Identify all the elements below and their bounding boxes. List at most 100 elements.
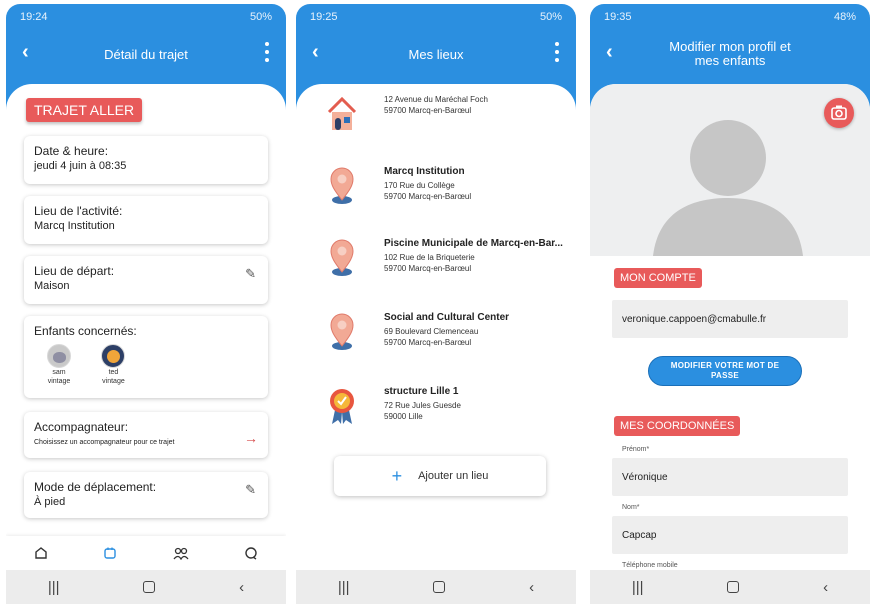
place-name: Marcq Institution — [384, 166, 465, 177]
email-field[interactable]: veronique.cappoen@cmabulle.fr — [612, 300, 848, 338]
page-title-line2: mes enfants — [694, 53, 766, 68]
place-name: structure Lille 1 — [384, 386, 459, 397]
edit-pencil-icon[interactable]: ✎ — [245, 482, 256, 498]
status-bar: 19:24 50% — [6, 4, 286, 30]
back-arrow-icon[interactable]: ‹ — [312, 42, 319, 62]
page-title: Mes lieux — [408, 46, 464, 62]
place-address: 170 Rue du Collège — [384, 181, 455, 190]
contact-section-label: MES COORDONNÉES — [614, 416, 741, 436]
children-label: Enfants concernés: — [34, 324, 137, 338]
activity-card: Lieu de l'activité: Marcq Institution — [24, 196, 268, 244]
place-name: Social and Cultural Center — [384, 312, 510, 323]
more-options-icon[interactable] — [264, 42, 270, 62]
child-name: sam — [52, 369, 66, 376]
status-bar: 19:25 50% — [296, 4, 576, 30]
camera-icon — [831, 105, 847, 120]
mode-label: Mode de déplacement: — [34, 480, 157, 494]
change-password-button[interactable]: MODIFIER VOTRE MOT DE PASSE — [648, 356, 802, 386]
home-button-icon[interactable] — [143, 581, 156, 593]
place-city: 59700 Marcq-en-Barœul — [384, 264, 472, 273]
profile-photo-area — [590, 84, 870, 256]
child-surname: vintage — [47, 378, 71, 385]
place-city: 59000 Lille — [384, 412, 423, 421]
chat-icon[interactable] — [244, 546, 258, 560]
edit-pencil-icon[interactable]: ✎ — [245, 266, 256, 282]
place-city: 59700 Marcq-en-Barœul — [384, 106, 472, 115]
page-title-line1: Modifier mon profil et — [669, 39, 791, 54]
firstname-field[interactable]: Véronique — [612, 458, 848, 496]
system-back-icon[interactable]: ‹ — [239, 579, 244, 596]
back-arrow-icon[interactable]: ‹ — [606, 42, 613, 62]
app-bar: ‹ Modifier mon profil et mes enfants — [590, 34, 870, 74]
place-item[interactable]: Social and Cultural Center 69 Boulevard … — [326, 312, 566, 362]
account-section-label: MON COMPTE — [614, 268, 702, 288]
companion-card[interactable]: Accompagnateur: Choisissez un accompagna… — [24, 412, 268, 458]
home-button-icon[interactable] — [727, 581, 740, 593]
status-battery: 50% — [249, 11, 272, 23]
firstname-caption: Prénom* — [622, 446, 650, 453]
system-back-icon[interactable]: ‹ — [529, 579, 534, 596]
plus-icon: + — [391, 466, 403, 486]
phone-caption: Téléphone mobile — [622, 562, 678, 569]
lastname-field[interactable]: Capcap — [612, 516, 848, 554]
activity-value: Marcq Institution — [34, 220, 115, 232]
places-content: 12 Avenue du Maréchal Foch 59700 Marcq-e… — [296, 84, 576, 570]
mode-card[interactable]: Mode de déplacement: À pied ✎ — [24, 472, 268, 518]
place-city: 59700 Marcq-en-Barœul — [384, 338, 472, 347]
pin-icon — [330, 167, 354, 204]
child-item[interactable]: sam vintage — [34, 344, 84, 386]
child-surname: vintage — [102, 378, 125, 385]
place-text: structure Lille 1 72 Rue Jules Guesde 59… — [384, 386, 461, 422]
place-city: 59700 Marcq-en-Barœul — [384, 192, 472, 201]
change-password-label-line2: PASSE — [710, 371, 740, 380]
place-name: Piscine Municipale de Marcq-en-Bar... — [384, 238, 563, 249]
trip-detail-content: TRAJET ALLER Date & heure: jeudi 4 juin … — [6, 84, 286, 570]
place-item[interactable]: Piscine Municipale de Marcq-en-Bar... 10… — [326, 238, 566, 288]
status-battery: 50% — [539, 11, 562, 23]
status-time: 19:24 — [20, 11, 48, 23]
recent-apps-icon[interactable]: ||| — [48, 579, 60, 596]
date-value: jeudi 4 juin à 08:35 — [34, 160, 127, 172]
more-options-icon[interactable] — [554, 42, 560, 62]
lion-avatar-icon — [101, 344, 126, 368]
place-item[interactable]: structure Lille 1 72 Rue Jules Guesde 59… — [326, 386, 566, 436]
recent-apps-icon[interactable]: ||| — [632, 579, 644, 596]
calendar-icon[interactable] — [103, 546, 117, 560]
pin-icon — [330, 239, 354, 276]
system-nav-bar: ||| ‹ — [590, 570, 870, 604]
system-back-icon[interactable]: ‹ — [823, 579, 828, 596]
phone-screen-edit-profile: 19:35 48% ‹ Modifier mon profil et mes e… — [590, 4, 870, 604]
bottom-tab-bar — [6, 536, 286, 570]
date-card: Date & heure: jeudi 4 juin à 08:35 — [24, 136, 268, 184]
add-place-button[interactable]: + Ajouter un lieu — [334, 456, 546, 496]
departure-card[interactable]: Lieu de départ: Maison ✎ — [24, 256, 268, 304]
award-badge-icon — [330, 389, 354, 424]
place-address: 72 Rue Jules Guesde — [384, 401, 461, 410]
place-text: 12 Avenue du Maréchal Foch 59700 Marcq-e… — [384, 94, 488, 116]
app-bar: ‹ Mes lieux — [296, 34, 576, 74]
child-item[interactable]: ted vintage — [88, 344, 138, 386]
system-nav-bar: ||| ‹ — [296, 570, 576, 604]
home-button-icon[interactable] — [433, 581, 446, 593]
place-text: Marcq Institution 170 Rue du Collège 597… — [384, 166, 471, 202]
page-title: Modifier mon profil et mes enfants — [590, 40, 870, 68]
system-nav-bar: ||| ‹ — [6, 570, 286, 604]
phone-screen-trip-detail: 19:24 50% ‹ Détail du trajet TRAJET ALLE… — [6, 4, 286, 604]
place-item[interactable]: 12 Avenue du Maréchal Foch 59700 Marcq-e… — [326, 94, 566, 144]
arrow-right-icon[interactable]: → — [244, 430, 258, 446]
pin-icon — [330, 313, 354, 350]
mode-value: À pied — [34, 496, 66, 508]
group-icon[interactable] — [173, 546, 189, 560]
status-time: 19:25 — [310, 11, 338, 23]
departure-value: Maison — [34, 280, 70, 292]
add-place-label: Ajouter un lieu — [418, 470, 489, 482]
recent-apps-icon[interactable]: ||| — [338, 579, 350, 596]
date-label: Date & heure: — [34, 144, 109, 158]
home-icon[interactable] — [34, 546, 48, 560]
hippo-avatar-icon — [47, 344, 71, 368]
back-arrow-icon[interactable]: ‹ — [22, 42, 29, 62]
child-name: ted — [108, 369, 119, 376]
profile-content: MON COMPTE veronique.cappoen@cmabulle.fr… — [590, 84, 870, 570]
place-item[interactable]: Marcq Institution 170 Rue du Collège 597… — [326, 166, 566, 216]
camera-button[interactable] — [824, 98, 854, 128]
